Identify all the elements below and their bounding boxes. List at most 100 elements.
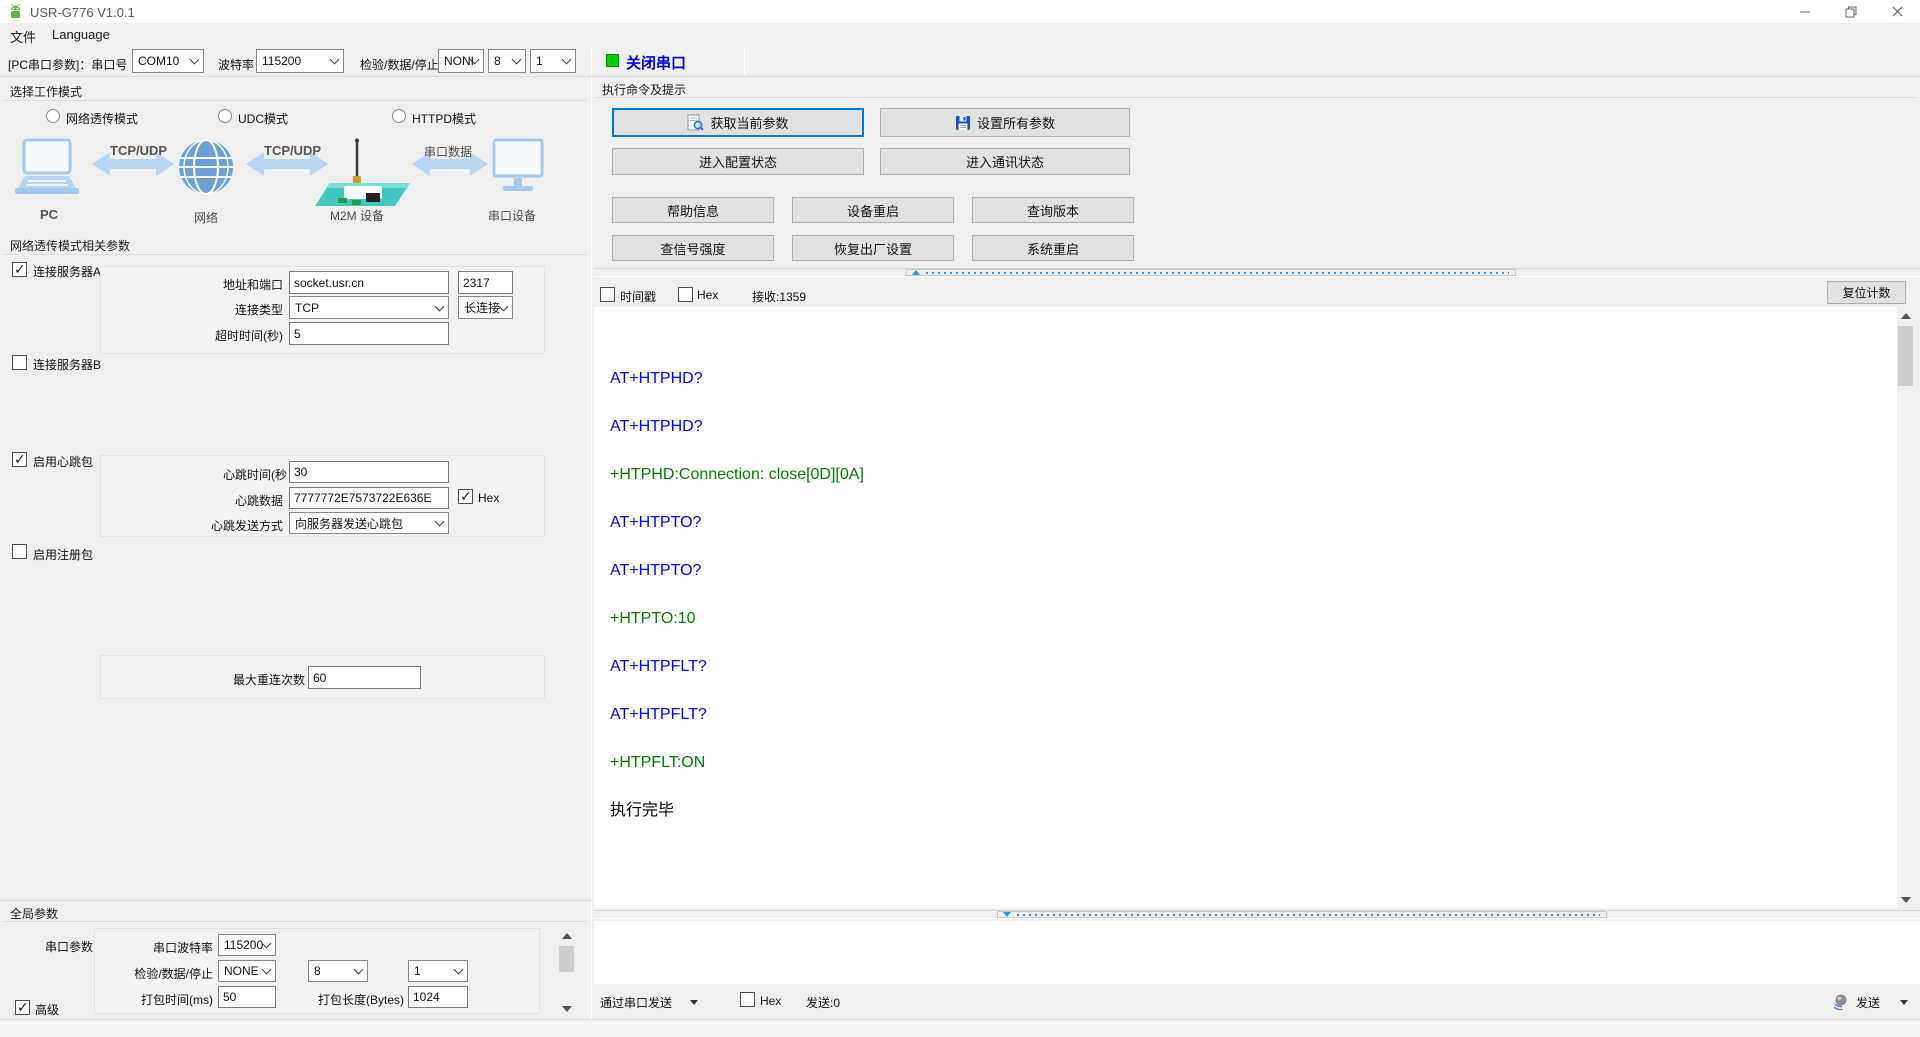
section-divider: [0, 900, 591, 901]
splitter-dots: [926, 272, 1509, 274]
conn-type-label: 连接类型: [100, 301, 283, 318]
query-signal-label: 查信号强度: [660, 239, 725, 258]
radio-udc-mode[interactable]: [218, 109, 232, 123]
query-signal-button[interactable]: 查信号强度: [612, 235, 774, 261]
reboot-device-button[interactable]: 设备重启: [792, 197, 954, 223]
terminal-scrollbar[interactable]: [1897, 307, 1914, 908]
recv-hex-checkbox[interactable]: [678, 287, 693, 302]
recv-hex-label: Hex: [697, 288, 718, 302]
server-b-checkbox[interactable]: [12, 355, 27, 370]
global-databits-select[interactable]: 8: [308, 960, 368, 982]
app-window: USR-G776 V1.0.1 文件 Language [PC串口参数]：串口号…: [0, 0, 1920, 1037]
m2m-device-icon: [315, 139, 410, 207]
pack-len-label: 打包长度(Bytes): [308, 991, 404, 1008]
pack-time-value: 50: [223, 990, 236, 1004]
timeout-value: 5: [294, 327, 301, 341]
terminal-line: AT+HTPTO?: [610, 514, 1897, 532]
chevron-down-icon: [190, 55, 200, 65]
timeout-input[interactable]: 5: [289, 322, 449, 345]
send-via-serial-dropdown[interactable]: 通过串口发送: [600, 994, 672, 1011]
conn-keep-select[interactable]: 长连接: [458, 296, 513, 319]
databits-select[interactable]: 8: [488, 49, 526, 73]
server-b-label: 连接服务器B: [33, 356, 101, 373]
system-reboot-label: 系统重启: [1027, 239, 1079, 258]
enter-config-label: 进入配置状态: [699, 152, 777, 171]
timestamp-checkbox[interactable]: [600, 287, 615, 302]
chevron-down-icon: [435, 301, 445, 311]
global-parity-select[interactable]: NONE: [218, 960, 276, 982]
chevron-down-icon: [499, 301, 509, 311]
minimize-button[interactable]: [1782, 0, 1828, 23]
scroll-up-icon[interactable]: [558, 927, 575, 944]
restore-button[interactable]: [1828, 0, 1874, 23]
terminal-line: AT+HTPHD?: [610, 418, 1897, 436]
bottom-splitter[interactable]: [594, 910, 1920, 919]
conn-type-select[interactable]: TCP: [289, 296, 449, 319]
advanced-checkbox[interactable]: [15, 1000, 30, 1015]
send-input-area[interactable]: [594, 921, 1920, 984]
send-button[interactable]: 发送: [1856, 994, 1880, 1011]
scroll-down-icon[interactable]: [1897, 891, 1914, 908]
pack-len-value: 1024: [413, 990, 440, 1004]
reset-count-button[interactable]: 复位计数: [1827, 281, 1906, 304]
conn-keep-value: 长连接: [464, 299, 500, 316]
pack-time-input[interactable]: 50: [218, 986, 276, 1008]
set-params-label: 设置所有参数: [977, 113, 1055, 132]
scrollbar-thumb[interactable]: [1898, 326, 1913, 386]
splitter-down-icon[interactable]: [1003, 912, 1011, 917]
register-checkbox[interactable]: [12, 544, 27, 559]
splitter-collapse-control[interactable]: [997, 911, 1607, 918]
help-button[interactable]: 帮助信息: [612, 197, 774, 223]
close-button[interactable]: [1874, 0, 1920, 23]
recv-count: 接收:1359: [752, 288, 806, 305]
baud-select[interactable]: 115200: [256, 49, 344, 73]
get-params-button[interactable]: 获取当前参数: [612, 108, 864, 137]
scroll-up-icon[interactable]: [1897, 307, 1914, 324]
address-input[interactable]: socket.usr.cn: [289, 271, 449, 294]
set-params-button[interactable]: 设置所有参数: [880, 108, 1130, 137]
global-stopbits-select[interactable]: 1: [408, 960, 468, 982]
scroll-down-icon[interactable]: [558, 1000, 575, 1017]
heartbeat-checkbox[interactable]: [12, 452, 27, 467]
enter-config-button[interactable]: 进入配置状态: [612, 148, 864, 175]
com-port-select[interactable]: COM10: [132, 49, 204, 73]
hb-mode-select[interactable]: 向服务器发送心跳包: [289, 512, 449, 534]
send-hex-checkbox[interactable]: [740, 992, 755, 1007]
scrollbar-thumb[interactable]: [559, 946, 574, 972]
splitter-collapse-control[interactable]: [906, 269, 1516, 276]
menu-file[interactable]: 文件: [10, 27, 36, 46]
chevron-down-icon[interactable]: [690, 1000, 698, 1005]
radio-net-passthrough-mode[interactable]: [46, 109, 60, 123]
hb-data-input[interactable]: 7777772E7573722E636E: [289, 487, 449, 509]
server-a-checkbox[interactable]: [12, 262, 27, 277]
system-reboot-button[interactable]: 系统重启: [972, 235, 1134, 261]
close-serial-button[interactable]: 关闭串口: [626, 52, 686, 73]
port-input[interactable]: 2317: [458, 271, 513, 294]
radio-httpd-mode[interactable]: [392, 109, 406, 123]
databits-value: 8: [494, 54, 501, 68]
query-version-button[interactable]: 查询版本: [972, 197, 1134, 223]
pack-len-input[interactable]: 1024: [408, 986, 468, 1008]
top-splitter[interactable]: [594, 268, 1920, 277]
hb-hex-checkbox[interactable]: [458, 489, 473, 504]
get-params-label: 获取当前参数: [710, 113, 788, 132]
radio-httpd-label: HTTPD模式: [412, 110, 476, 127]
global-baud-select[interactable]: 115200: [218, 934, 276, 956]
query-version-label: 查询版本: [1027, 201, 1079, 220]
hb-data-value: 7777772E7573722E636E: [294, 491, 431, 505]
reconnect-input[interactable]: 60: [308, 666, 421, 689]
hb-time-input[interactable]: 30: [289, 461, 449, 483]
enter-comm-button[interactable]: 进入通讯状态: [880, 148, 1130, 175]
stopbits-select[interactable]: 1: [530, 49, 576, 73]
splitter-up-icon[interactable]: [912, 270, 920, 275]
parity-select[interactable]: NONI: [438, 49, 484, 73]
group-divider: [4, 921, 587, 922]
menu-bar: 文件 Language: [0, 23, 1920, 46]
chevron-down-icon[interactable]: [1900, 1000, 1908, 1005]
menu-language[interactable]: Language: [52, 27, 110, 42]
factory-reset-button[interactable]: 恢复出厂设置: [792, 235, 954, 261]
global-scrollbar[interactable]: [558, 927, 575, 1017]
terminal-output[interactable]: AT+HTPHD?AT+HTPHD?+HTPHD:Connection: clo…: [594, 307, 1897, 908]
radio-net-passthrough-label: 网络透传模式: [66, 110, 138, 127]
node-network-label: 网络: [194, 209, 218, 226]
